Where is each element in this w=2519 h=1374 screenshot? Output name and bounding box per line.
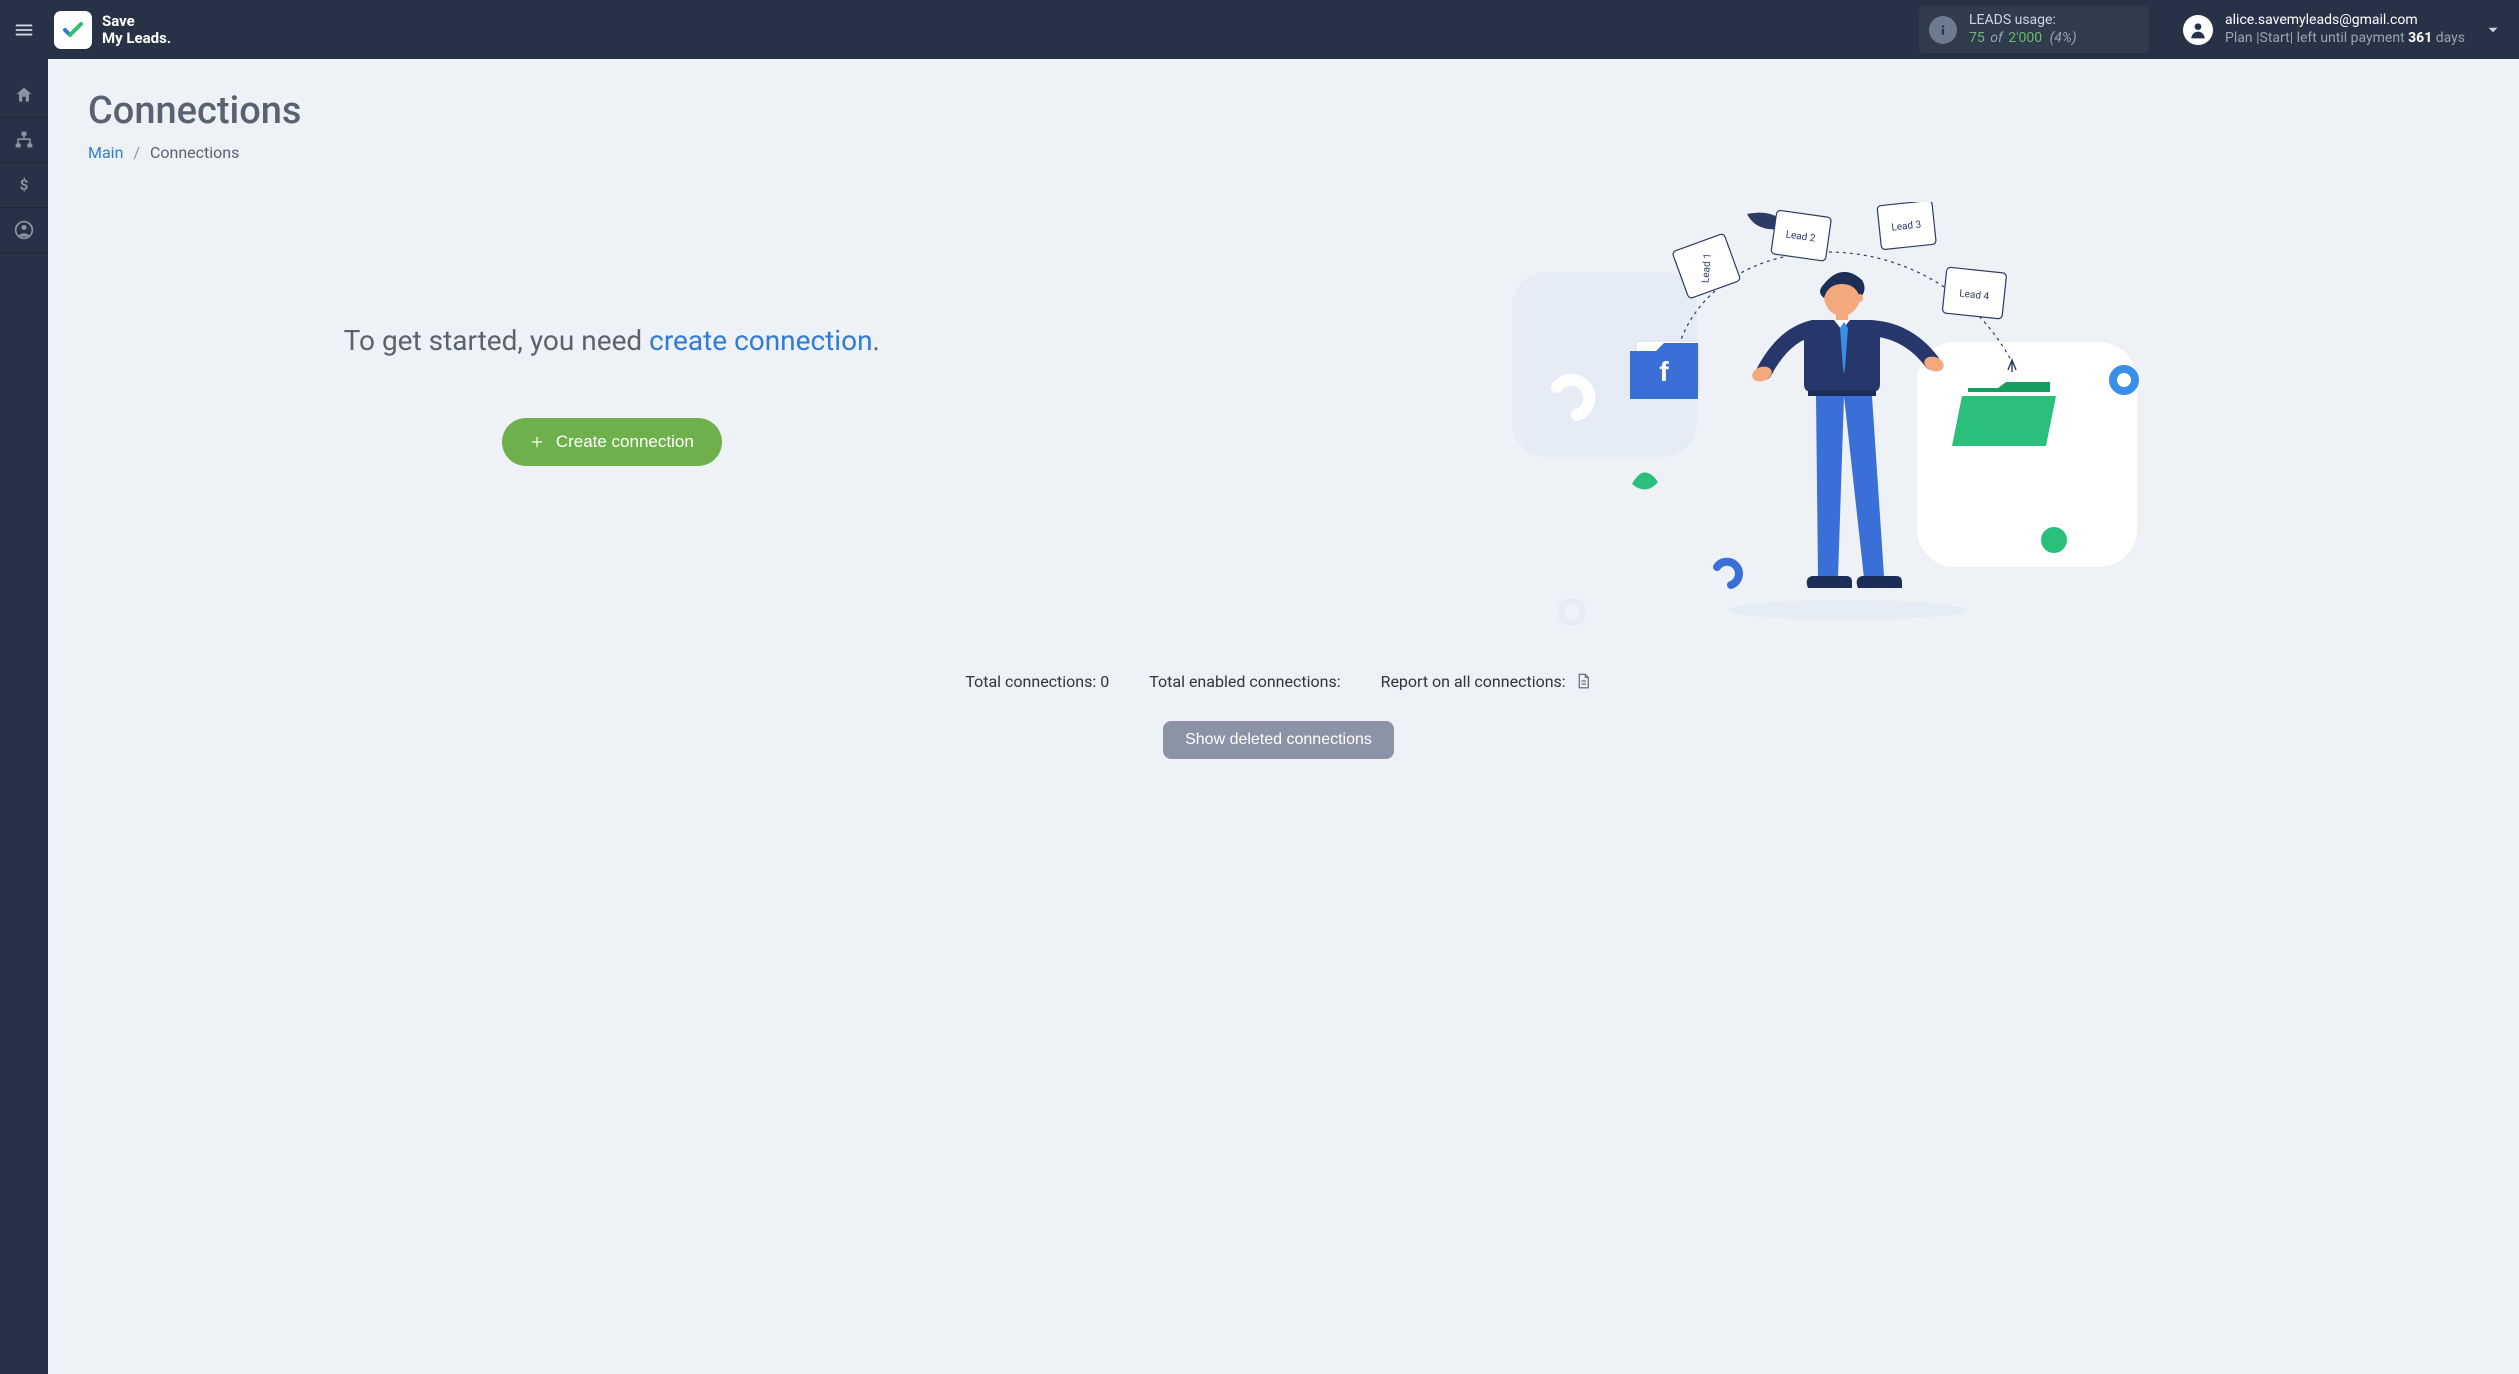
sidebar: $ xyxy=(0,59,48,1374)
hero-msg-suffix: . xyxy=(873,324,880,357)
usage-label: LEADS usage: xyxy=(1969,12,2077,30)
document-icon[interactable] xyxy=(1574,672,1592,690)
breadcrumb: Main / Connections xyxy=(88,143,2469,162)
stat-total-value: 0 xyxy=(1100,672,1109,691)
plan-days-num: 361 xyxy=(2408,30,2432,46)
plus-icon xyxy=(530,435,544,449)
menu-toggle[interactable] xyxy=(8,14,40,46)
svg-text:$: $ xyxy=(20,176,29,194)
sidebar-item-billing[interactable]: $ xyxy=(0,163,48,207)
stat-enabled-label: Total enabled connections: xyxy=(1149,672,1340,691)
avatar-icon xyxy=(2183,15,2213,45)
create-connection-button[interactable]: Create connection xyxy=(502,418,722,466)
plan-days-word: days xyxy=(2436,30,2465,46)
sidebar-item-account[interactable] xyxy=(0,208,48,252)
dollar-icon: $ xyxy=(14,175,34,195)
account-email: alice.savemyleads@gmail.com xyxy=(2225,12,2465,30)
page-title: Connections xyxy=(88,89,2469,133)
breadcrumb-main-link[interactable]: Main xyxy=(88,143,123,162)
stat-total: Total connections: 0 xyxy=(965,672,1109,691)
plan-prefix: Plan | xyxy=(2225,30,2259,46)
user-circle-icon xyxy=(14,220,34,240)
brand-line2: My Leads. xyxy=(102,30,171,47)
svg-text:f: f xyxy=(1660,356,1670,387)
sitemap-icon xyxy=(14,130,34,150)
sidebar-item-connections[interactable] xyxy=(0,118,48,162)
usage-used: 75 xyxy=(1969,30,1985,46)
home-icon xyxy=(14,85,34,105)
topbar: Save My Leads. LEADS usage: 75 of 2'000 … xyxy=(0,0,2519,59)
brand-text: Save My Leads. xyxy=(102,13,171,46)
brand-logo xyxy=(54,11,92,49)
brand-line1: Save xyxy=(102,13,171,30)
stat-total-label: Total connections: xyxy=(965,672,1096,691)
stat-enabled: Total enabled connections: xyxy=(1149,672,1340,691)
usage-of: of xyxy=(1990,30,2002,46)
main-content: Connections Main / Connections To get st… xyxy=(48,59,2519,1374)
stat-report-label: Report on all connections: xyxy=(1381,672,1566,691)
chevron-down-icon xyxy=(2484,21,2502,39)
plan-mid: | left until payment xyxy=(2290,30,2405,46)
stat-report: Report on all connections: xyxy=(1381,672,1592,691)
hero-msg-highlight: create connection xyxy=(649,324,872,357)
info-icon xyxy=(1929,16,1957,44)
sidebar-item-home[interactable] xyxy=(0,73,48,117)
brand[interactable]: Save My Leads. xyxy=(54,11,171,49)
hero-msg-prefix: To get started, you need xyxy=(344,324,650,357)
usage-limit: 2'000 xyxy=(2008,30,2042,46)
create-connection-label: Create connection xyxy=(556,432,694,452)
usage-percent: (4%) xyxy=(2050,30,2077,46)
account-text: alice.savemyleads@gmail.com Plan |Start|… xyxy=(2225,12,2465,47)
checkmark-icon xyxy=(61,18,85,42)
empty-state-message: To get started, you need create connecti… xyxy=(344,322,880,360)
account-box[interactable]: alice.savemyleads@gmail.com Plan |Start|… xyxy=(2183,12,2465,47)
plan-name: Start xyxy=(2260,30,2290,46)
show-deleted-button[interactable]: Show deleted connections xyxy=(1163,721,1394,759)
illus-lead1: Lead 1 xyxy=(1701,253,1714,284)
empty-state-illustration: Lead 1 Lead 2 Lead 3 xyxy=(1502,202,2142,632)
leads-usage-text: LEADS usage: 75 of 2'000 (4%) xyxy=(1969,12,2077,47)
leads-usage-box[interactable]: LEADS usage: 75 of 2'000 (4%) xyxy=(1919,6,2149,53)
hamburger-icon xyxy=(13,19,35,41)
account-dropdown-toggle[interactable] xyxy=(2479,16,2507,44)
breadcrumb-sep: / xyxy=(133,143,140,162)
stats-row: Total connections: 0 Total enabled conne… xyxy=(88,672,2469,691)
breadcrumb-current: Connections xyxy=(150,143,239,162)
